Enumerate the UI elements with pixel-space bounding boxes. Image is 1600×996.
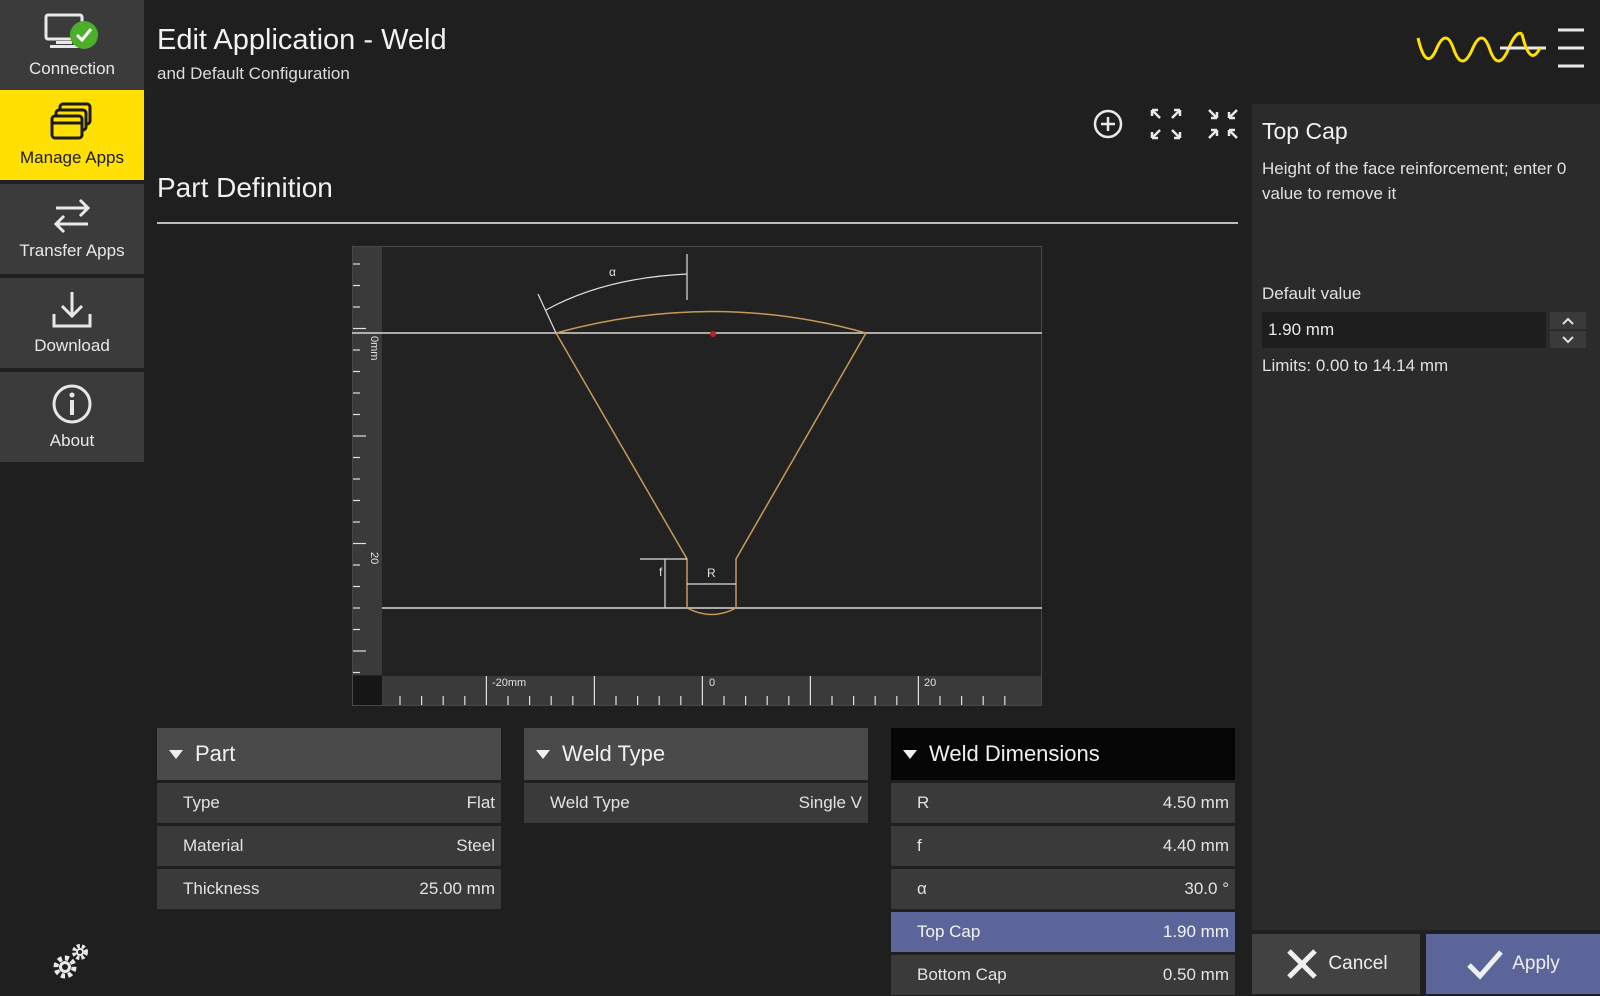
wave-logo-icon[interactable] [1416, 24, 1588, 74]
nav-about[interactable]: About [0, 372, 144, 462]
nav-connection-label: Connection [28, 59, 115, 78]
part-panel: Part Type Flat Material Steel Thickness … [157, 728, 501, 909]
chevron-down-icon [1562, 335, 1574, 343]
row-value: 30.0 ° [1184, 879, 1229, 898]
weld-dim-row-r[interactable]: R 4.50 mm [891, 783, 1235, 823]
default-value-input[interactable] [1262, 312, 1546, 348]
weld-dim-row-bottom-cap[interactable]: Bottom Cap 0.50 mm [891, 955, 1235, 995]
row-label: Bottom Cap [917, 965, 1007, 984]
weld-dimensions-panel-title: Weld Dimensions [929, 741, 1100, 766]
nav-manage-apps-label: Manage Apps [20, 148, 124, 167]
part-definition-title: Part Definition [157, 172, 333, 203]
ruler-x-label-0: 0 [709, 677, 715, 689]
nav-transfer-apps[interactable]: Transfer Apps [0, 184, 144, 274]
vertical-ruler [353, 247, 382, 675]
alpha-label: α [609, 265, 616, 279]
collapse-triangle-icon [903, 749, 917, 759]
nav-download-label: Download [34, 336, 110, 355]
close-icon [1287, 949, 1318, 979]
details-title: Top Cap [1262, 118, 1348, 144]
row-value: 25.00 mm [419, 879, 495, 898]
weld-dim-row-alpha[interactable]: α 30.0 ° [891, 869, 1235, 909]
ruler-x-label-20: 20 [924, 677, 936, 689]
details-description: Height of the face reinforcement; enter … [1262, 159, 1567, 203]
nav-connection[interactable]: Connection [0, 0, 144, 90]
row-label: R [917, 793, 930, 812]
row-label: Top Cap [917, 922, 981, 941]
apply-button[interactable]: Apply [1426, 934, 1600, 994]
row-label: α [917, 879, 927, 898]
zoom-in-icon[interactable] [1088, 104, 1128, 144]
stacked-windows-icon [50, 102, 92, 140]
row-label: Material [183, 836, 244, 855]
nav-transfer-apps-label: Transfer Apps [19, 241, 125, 260]
row-value: 0.50 mm [1162, 965, 1229, 984]
nav-download[interactable]: Download [0, 278, 144, 368]
row-label: Type [183, 793, 220, 812]
row-value: 4.40 mm [1162, 836, 1229, 855]
part-row-type[interactable]: Type Flat [157, 783, 501, 823]
center-marker [710, 331, 716, 337]
row-label: Weld Type [550, 793, 630, 812]
collapse-triangle-icon [536, 749, 550, 759]
nav-manage-apps[interactable]: Manage Apps [0, 90, 144, 180]
ruler-y-label-0: 0mm [368, 336, 380, 360]
collapse-triangle-icon [169, 749, 183, 759]
section-divider [157, 222, 1238, 224]
arrows-swap-icon [53, 198, 91, 234]
chevron-up-icon [1562, 317, 1574, 325]
expand-icon[interactable] [1146, 104, 1186, 144]
weld-dim-row-top-cap[interactable]: Top Cap 1.90 mm [891, 912, 1235, 952]
weld-dimensions-panel: Weld Dimensions R 4.50 mm f 4.40 mm α 30… [891, 728, 1235, 995]
page-title: Edit Application - Weld [157, 24, 447, 56]
download-icon [52, 292, 92, 328]
weld-type-panel-header[interactable]: Weld Type [524, 728, 868, 780]
limits-text: Limits: 0.00 to 14.14 mm [1262, 356, 1449, 375]
default-value-label: Default value [1262, 284, 1362, 303]
increment-button[interactable] [1550, 312, 1586, 329]
ruler-corner [353, 676, 382, 705]
nav-about-label: About [49, 431, 95, 450]
apply-label: Apply [1512, 953, 1560, 974]
row-value: 1.90 mm [1162, 922, 1229, 941]
part-row-thickness[interactable]: Thickness 25.00 mm [157, 869, 501, 909]
weld-profile-drawing[interactable]: 0mm 20 -20mm 0 20 α f R [352, 246, 1042, 706]
weld-type-panel-title: Weld Type [562, 741, 666, 766]
ruler-y-label-20: 20 [368, 552, 380, 564]
page-subtitle: and Default Configuration [157, 64, 350, 83]
row-label: Thickness [183, 879, 260, 898]
sidebar: Connection Manage Apps Transfer Apps Dow… [0, 0, 144, 996]
gears-icon[interactable] [48, 940, 92, 984]
decrement-button[interactable] [1550, 331, 1586, 348]
row-value: 4.50 mm [1162, 793, 1229, 812]
monitor-check-icon [44, 13, 98, 49]
row-value: Flat [466, 793, 495, 812]
part-row-material[interactable]: Material Steel [157, 826, 501, 866]
weld-type-row[interactable]: Weld Type Single V [524, 783, 868, 823]
info-icon [52, 384, 92, 424]
weld-dimensions-panel-header[interactable]: Weld Dimensions [891, 728, 1235, 780]
r-label: R [707, 566, 716, 580]
checkmark-icon [1467, 950, 1504, 980]
part-panel-header[interactable]: Part [157, 728, 501, 780]
ruler-x-label-neg20: -20mm [492, 677, 526, 689]
cancel-label: Cancel [1328, 953, 1388, 974]
row-value: Steel [456, 836, 495, 855]
part-panel-title: Part [195, 741, 236, 766]
weld-dim-row-f[interactable]: f 4.40 mm [891, 826, 1235, 866]
row-label: f [917, 836, 922, 855]
weld-type-panel: Weld Type Weld Type Single V [524, 728, 868, 823]
row-value: Single V [798, 793, 862, 812]
collapse-icon[interactable] [1203, 104, 1243, 144]
cancel-button[interactable]: Cancel [1252, 934, 1420, 994]
details-panel: Top Cap Height of the face reinforcement… [1252, 104, 1600, 930]
